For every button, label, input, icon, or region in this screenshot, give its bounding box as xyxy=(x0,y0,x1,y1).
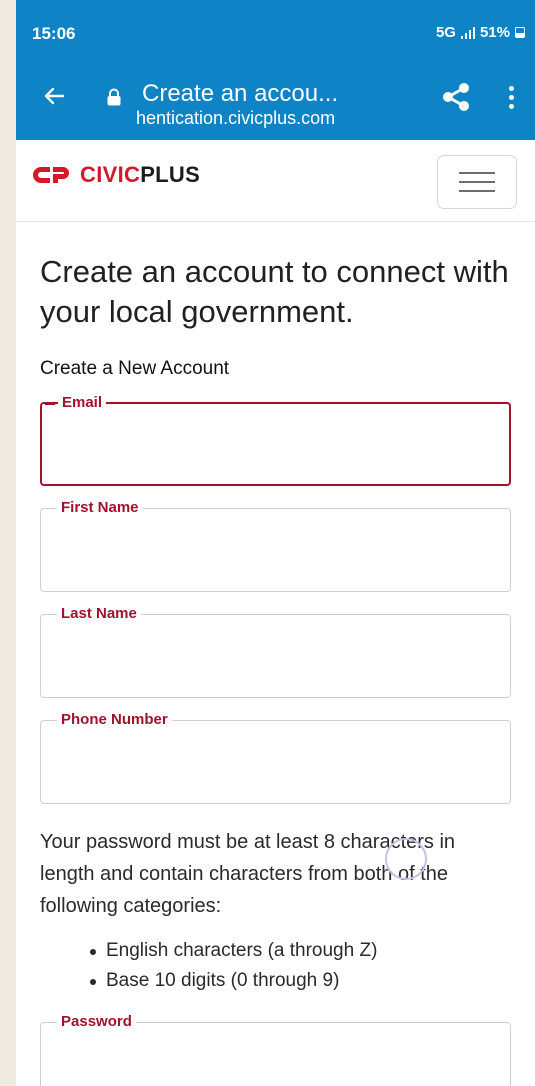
email-input[interactable] xyxy=(42,404,509,484)
network-type: 5G xyxy=(435,24,456,41)
share-icon xyxy=(443,83,469,111)
menu-line xyxy=(459,181,495,183)
arrow-left-icon xyxy=(44,87,65,105)
more-options-button[interactable] xyxy=(501,80,521,114)
hamburger-menu-button[interactable] xyxy=(437,155,517,209)
battery-icon xyxy=(515,27,525,38)
phone-number-field[interactable]: Phone Number xyxy=(40,711,511,804)
first-name-input[interactable] xyxy=(41,509,510,591)
signal-icon xyxy=(460,26,475,39)
first-name-field[interactable]: First Name xyxy=(40,499,511,592)
password-requirements-list: English characters (a through Z) Base 10… xyxy=(40,936,511,996)
email-field[interactable]: Email xyxy=(40,394,511,486)
list-item: Base 10 digits (0 through 9) xyxy=(90,966,511,996)
last-name-input[interactable] xyxy=(41,615,510,697)
password-requirements-text: Your password must be at least 8 charact… xyxy=(40,831,456,917)
status-time: 15:06 xyxy=(32,24,76,43)
menu-line xyxy=(459,172,495,174)
back-button[interactable] xyxy=(36,78,72,114)
password-field[interactable]: Password xyxy=(40,1013,511,1086)
lock-icon xyxy=(107,88,121,106)
last-name-field[interactable]: Last Name xyxy=(40,605,511,698)
registration-form: Create an account to connect with your l… xyxy=(16,222,535,1086)
civicplus-logo[interactable]: CIVICPLUS xyxy=(32,162,200,188)
phone-number-input[interactable] xyxy=(41,721,510,803)
battery-level: 51% xyxy=(479,24,510,41)
civicplus-mark-icon xyxy=(33,167,69,183)
password-input[interactable] xyxy=(41,1023,510,1086)
menu-line xyxy=(459,190,495,192)
url-bar: Create an accou... hentication.civicplus… xyxy=(16,62,535,140)
site-header: CIVICPLUS xyxy=(16,140,535,222)
touch-indicator-circle xyxy=(385,838,427,880)
phone-screen: 15:06 5G 51% Create an accou... henticat… xyxy=(16,0,535,1086)
browser-page-title[interactable]: Create an accou... xyxy=(142,80,338,108)
browser-chrome: 15:06 5G 51% Create an accou... henticat… xyxy=(16,0,535,140)
status-indicators: 5G 51% xyxy=(436,24,525,41)
list-item: English characters (a through Z) xyxy=(90,936,511,966)
form-subheading: Create a New Account xyxy=(40,358,230,379)
browser-url-host[interactable]: hentication.civicplus.com xyxy=(136,108,335,129)
status-bar: 15:06 5G 51% xyxy=(16,0,535,62)
page-headline: Create an account to connect with your l… xyxy=(40,254,509,329)
share-button[interactable] xyxy=(439,80,473,114)
logo-wordmark: CIVICPLUS xyxy=(80,162,201,187)
